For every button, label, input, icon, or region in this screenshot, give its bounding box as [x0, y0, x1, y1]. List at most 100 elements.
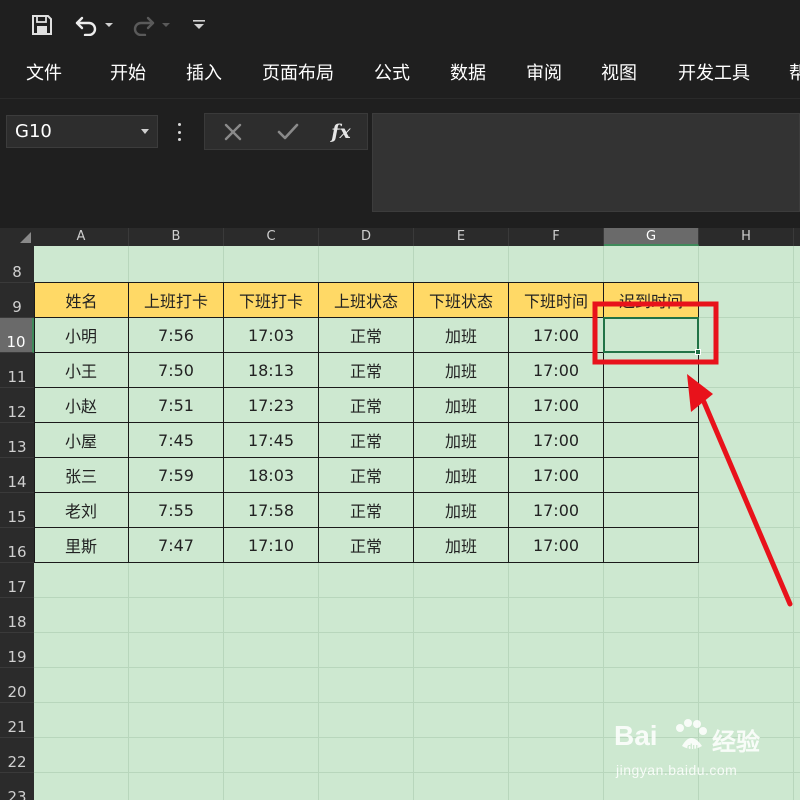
- close-icon[interactable]: [219, 114, 247, 149]
- row-header-22[interactable]: 22: [0, 738, 34, 773]
- tab-view[interactable]: 视图: [601, 52, 637, 98]
- column-header-a[interactable]: A: [34, 228, 129, 246]
- table-cell[interactable]: 7:51: [129, 388, 224, 423]
- table-cell[interactable]: 正常: [319, 388, 414, 423]
- redo-dropdown-icon[interactable]: [160, 8, 172, 42]
- check-icon[interactable]: [273, 114, 303, 149]
- table-cell[interactable]: 小王: [34, 353, 129, 388]
- redo-icon[interactable]: [128, 8, 158, 42]
- customize-toolbar-icon[interactable]: [190, 8, 208, 42]
- table-cell[interactable]: 17:23: [224, 388, 319, 423]
- tab-help[interactable]: 帮: [789, 52, 800, 98]
- tab-formulas[interactable]: 公式: [374, 52, 410, 98]
- table-cell[interactable]: 7:55: [129, 493, 224, 528]
- table-header-cell[interactable]: 迟到时间: [604, 282, 699, 318]
- table-cell[interactable]: 加班: [414, 528, 509, 563]
- name-box-dropdown-icon[interactable]: [141, 129, 149, 134]
- active-cell-selection[interactable]: [603, 317, 699, 353]
- table-header-cell[interactable]: 上班打卡: [129, 282, 224, 318]
- table-cell[interactable]: 17:10: [224, 528, 319, 563]
- select-all-button[interactable]: [0, 228, 34, 246]
- table-cell[interactable]: 17:00: [509, 353, 604, 388]
- tab-insert[interactable]: 插入: [186, 52, 222, 98]
- table-cell[interactable]: 17:45: [224, 423, 319, 458]
- tab-review[interactable]: 审阅: [526, 52, 562, 98]
- row-header-13[interactable]: 13: [0, 423, 34, 458]
- table-cell[interactable]: 7:45: [129, 423, 224, 458]
- table-header-cell[interactable]: 下班打卡: [224, 282, 319, 318]
- table-header-cell[interactable]: 姓名: [34, 282, 129, 318]
- table-cell[interactable]: 正常: [319, 318, 414, 353]
- column-header-d[interactable]: D: [319, 228, 414, 246]
- table-cell[interactable]: 17:00: [509, 318, 604, 353]
- table-cell[interactable]: [604, 528, 699, 563]
- table-cell[interactable]: 17:00: [509, 528, 604, 563]
- table-cell[interactable]: 正常: [319, 353, 414, 388]
- column-header-e[interactable]: E: [414, 228, 509, 246]
- row-header-20[interactable]: 20: [0, 668, 34, 703]
- table-cell[interactable]: 正常: [319, 493, 414, 528]
- table-cell[interactable]: 小屋: [34, 423, 129, 458]
- row-header-21[interactable]: 21: [0, 703, 34, 738]
- table-cell[interactable]: 正常: [319, 423, 414, 458]
- row-header-8[interactable]: 8: [0, 246, 34, 283]
- column-header-f[interactable]: F: [509, 228, 604, 246]
- row-header-9[interactable]: 9: [0, 283, 34, 318]
- table-cell[interactable]: 17:03: [224, 318, 319, 353]
- row-header-14[interactable]: 14: [0, 458, 34, 493]
- table-cell[interactable]: 张三: [34, 458, 129, 493]
- column-header-b[interactable]: B: [129, 228, 224, 246]
- row-header-15[interactable]: 15: [0, 493, 34, 528]
- row-header-16[interactable]: 16: [0, 528, 34, 563]
- table-cell[interactable]: 小明: [34, 318, 129, 353]
- table-cell[interactable]: 老刘: [34, 493, 129, 528]
- table-cell[interactable]: 17:00: [509, 423, 604, 458]
- table-cell[interactable]: [604, 458, 699, 493]
- column-header-c[interactable]: C: [224, 228, 319, 246]
- save-icon[interactable]: [28, 8, 56, 42]
- insert-function-button[interactable]: fx: [325, 114, 357, 149]
- row-header-18[interactable]: 18: [0, 598, 34, 633]
- table-cell[interactable]: [604, 423, 699, 458]
- table-cell[interactable]: 正常: [319, 458, 414, 493]
- more-options-icon[interactable]: [176, 123, 182, 141]
- fill-handle[interactable]: [695, 349, 701, 355]
- table-cell[interactable]: 里斯: [34, 528, 129, 563]
- formula-input[interactable]: [372, 113, 800, 212]
- table-cell[interactable]: [604, 493, 699, 528]
- table-cell[interactable]: 加班: [414, 318, 509, 353]
- row-header-19[interactable]: 19: [0, 633, 34, 668]
- tab-page-layout[interactable]: 页面布局: [262, 52, 334, 98]
- name-box[interactable]: G10: [6, 115, 158, 148]
- undo-icon[interactable]: [72, 8, 102, 42]
- table-cell[interactable]: 7:59: [129, 458, 224, 493]
- table-cell[interactable]: 17:00: [509, 493, 604, 528]
- table-header-cell[interactable]: 上班状态: [319, 282, 414, 318]
- table-cell[interactable]: 7:50: [129, 353, 224, 388]
- row-header-10[interactable]: 10: [0, 318, 34, 353]
- table-cell[interactable]: 7:56: [129, 318, 224, 353]
- table-cell[interactable]: 17:00: [509, 388, 604, 423]
- tab-file[interactable]: 文件: [26, 52, 62, 98]
- row-header-11[interactable]: 11: [0, 353, 34, 388]
- table-header-cell[interactable]: 下班时间: [509, 282, 604, 318]
- tab-home[interactable]: 开始: [110, 52, 146, 98]
- row-header-17[interactable]: 17: [0, 563, 34, 598]
- table-cell[interactable]: 18:13: [224, 353, 319, 388]
- table-cell[interactable]: 加班: [414, 353, 509, 388]
- table-header-cell[interactable]: 下班状态: [414, 282, 509, 318]
- table-cell[interactable]: 加班: [414, 388, 509, 423]
- row-header-23[interactable]: 23: [0, 773, 34, 800]
- table-cell[interactable]: 加班: [414, 493, 509, 528]
- table-cell[interactable]: 17:00: [509, 458, 604, 493]
- table-cell[interactable]: 加班: [414, 458, 509, 493]
- table-cell[interactable]: 17:58: [224, 493, 319, 528]
- column-header-g[interactable]: G: [604, 228, 699, 246]
- tab-data[interactable]: 数据: [450, 52, 486, 98]
- table-cell[interactable]: 加班: [414, 423, 509, 458]
- table-cell[interactable]: 18:03: [224, 458, 319, 493]
- column-header-h[interactable]: H: [699, 228, 794, 246]
- table-cell[interactable]: 小赵: [34, 388, 129, 423]
- table-cell[interactable]: [604, 388, 699, 423]
- row-header-12[interactable]: 12: [0, 388, 34, 423]
